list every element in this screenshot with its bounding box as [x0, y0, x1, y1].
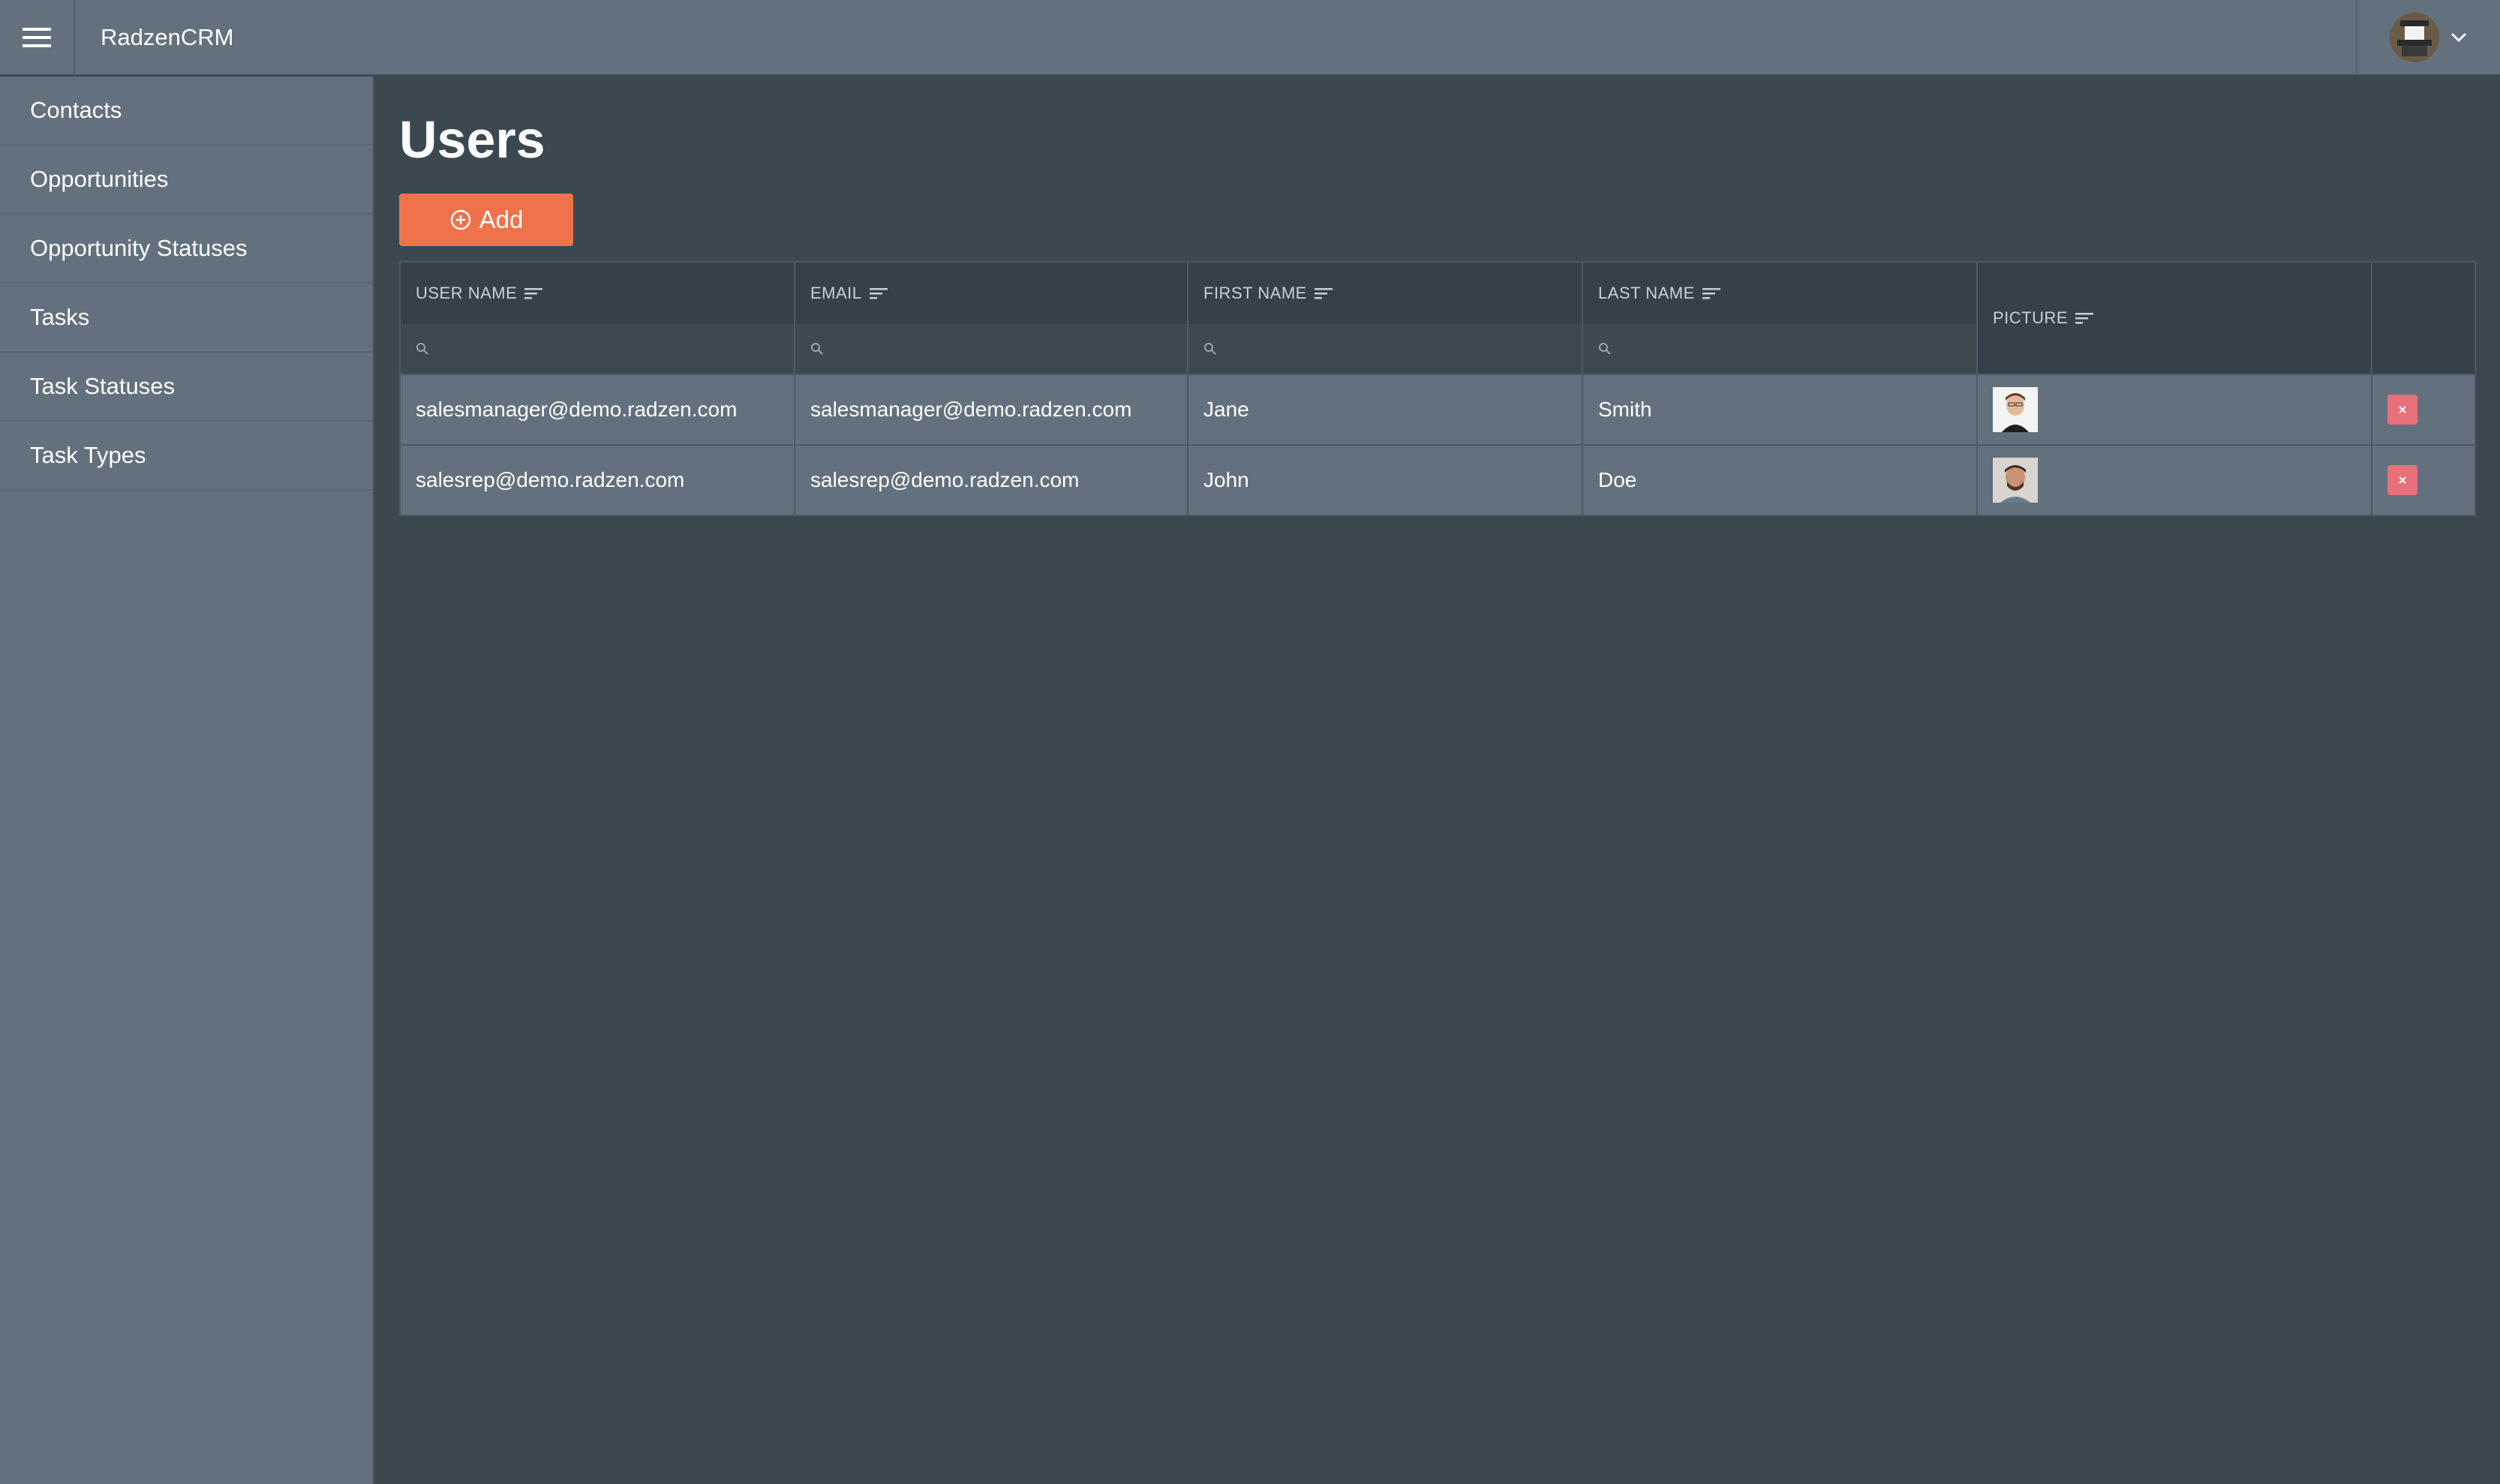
profile-menu[interactable]: [2356, 0, 2500, 75]
chevron-down-icon[interactable]: [2450, 32, 2468, 44]
search-icon: [1599, 343, 1611, 355]
add-user-button[interactable]: Add: [399, 194, 573, 246]
sort-icon[interactable]: [524, 287, 543, 300]
sort-icon[interactable]: [1702, 287, 1720, 300]
cell-email: salesmanager@demo.radzen.com: [795, 375, 1188, 444]
cell-first-name: John: [1188, 446, 1583, 515]
sidebar-item-task-statuses[interactable]: Task Statuses: [0, 353, 372, 422]
filter-first-name[interactable]: [1188, 324, 1583, 374]
filter-input[interactable]: [1619, 338, 1922, 359]
filter-input[interactable]: [1224, 338, 1528, 359]
main-content: Users Add USER NAME EMAIL FIRST NAME LAS…: [375, 77, 2500, 1484]
cell-last-name: Doe: [1583, 446, 1978, 515]
column-header-email[interactable]: EMAIL: [795, 263, 1188, 324]
hamburger-menu-button[interactable]: [0, 0, 75, 75]
filter-email[interactable]: [795, 324, 1188, 374]
add-circle-icon: [450, 209, 470, 230]
sidebar-item-tasks[interactable]: Tasks: [0, 284, 372, 353]
sidebar-item-task-types[interactable]: Task Types: [0, 422, 372, 491]
filter-input[interactable]: [437, 338, 740, 359]
cell-picture: [1978, 446, 2372, 515]
sidebar-item-opportunity-statuses[interactable]: Opportunity Statuses: [0, 215, 372, 284]
filter-user-name[interactable]: [401, 324, 795, 374]
column-header-actions: [2372, 263, 2474, 374]
column-label: FIRST NAME: [1203, 284, 1307, 302]
cell-picture: [1978, 375, 2372, 444]
delete-button[interactable]: [2387, 465, 2417, 495]
filter-last-name[interactable]: [1583, 324, 1978, 374]
sort-icon[interactable]: [2075, 311, 2094, 325]
column-header-last-name[interactable]: LAST NAME: [1583, 263, 1978, 324]
app-title: RadzenCRM: [101, 24, 234, 50]
search-icon: [1204, 343, 1216, 355]
users-grid: USER NAME EMAIL FIRST NAME LAST NAME PIC…: [399, 261, 2476, 516]
cell-actions: [2372, 375, 2474, 444]
delete-button[interactable]: [2387, 395, 2417, 425]
column-label: USER NAME: [416, 284, 518, 302]
close-icon: [2399, 476, 2406, 484]
table-row[interactable]: salesmanager@demo.radzen.com salesmanage…: [401, 374, 2474, 444]
sidebar-item-contacts[interactable]: Contacts: [0, 77, 372, 146]
sidebar-item-opportunities[interactable]: Opportunities: [0, 146, 372, 215]
cell-user-name: salesrep@demo.radzen.com: [401, 446, 795, 515]
cell-email: salesrep@demo.radzen.com: [795, 446, 1188, 515]
sort-icon[interactable]: [1314, 287, 1333, 300]
search-icon: [811, 343, 823, 355]
user-picture: [1993, 458, 2038, 503]
sidebar: Contacts Opportunities Opportunity Statu…: [0, 77, 374, 1484]
cell-user-name: salesmanager@demo.radzen.com: [401, 375, 795, 444]
search-icon: [416, 343, 428, 355]
column-label: LAST NAME: [1598, 284, 1695, 302]
column-header-first-name[interactable]: FIRST NAME: [1188, 263, 1583, 324]
cell-actions: [2372, 446, 2474, 515]
avatar[interactable]: [2390, 13, 2439, 62]
column-header-picture[interactable]: PICTURE: [1978, 263, 2372, 374]
top-header: RadzenCRM: [0, 0, 2500, 75]
table-row[interactable]: salesrep@demo.radzen.com salesrep@demo.r…: [401, 444, 2474, 515]
grid-header: USER NAME EMAIL FIRST NAME LAST NAME PIC…: [401, 263, 2474, 374]
cell-last-name: Smith: [1583, 375, 1978, 444]
user-picture: [1993, 387, 2038, 432]
column-label: PICTURE: [1993, 308, 2069, 327]
close-icon: [2399, 406, 2406, 413]
column-label: EMAIL: [810, 284, 862, 302]
sort-icon[interactable]: [869, 287, 888, 300]
hamburger-icon: [23, 28, 51, 47]
add-button-label: Add: [479, 206, 524, 233]
filter-input[interactable]: [831, 338, 1133, 359]
column-header-user-name[interactable]: USER NAME: [401, 263, 795, 324]
page-title: Users: [399, 110, 545, 169]
cell-first-name: Jane: [1188, 375, 1583, 444]
